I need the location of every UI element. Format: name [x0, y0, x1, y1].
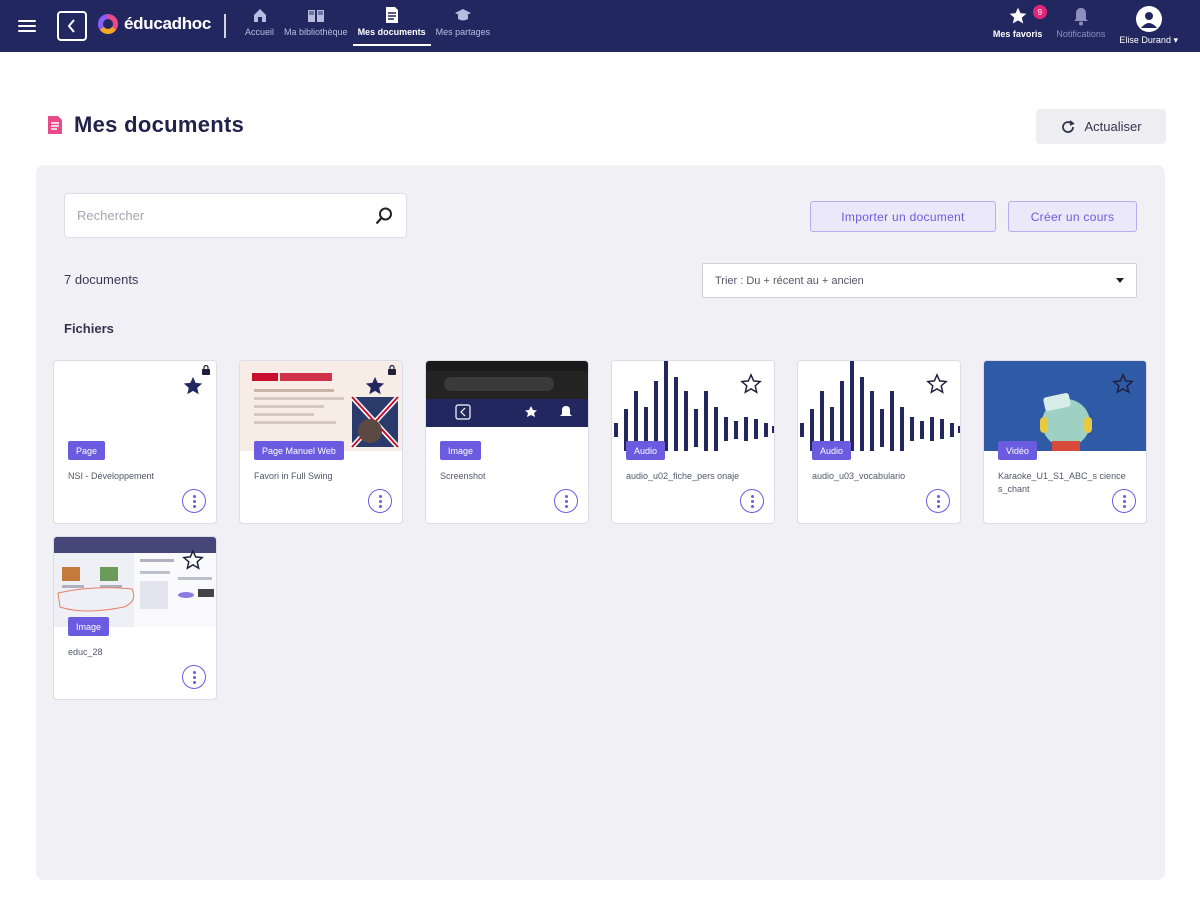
nav-label: Accueil [245, 27, 275, 37]
sort-label: Trier : Du + récent au + ancien [715, 274, 864, 287]
document-card[interactable]: Audio audio_u03_vocabulario [797, 360, 961, 524]
user-menu[interactable]: Elise Durand ▾ [1119, 6, 1178, 46]
card-type-badge: Audio [626, 441, 666, 460]
card-name: Favori in Full Swing [254, 471, 333, 481]
more-options-button[interactable] [740, 489, 764, 513]
library-icon [307, 6, 325, 24]
star-outline-icon[interactable] [926, 373, 948, 395]
card-thumbnail [426, 361, 588, 451]
notifications-label: Notifications [1056, 29, 1106, 39]
document-card[interactable]: Image Screenshot [425, 360, 589, 524]
nav-item-partages[interactable]: Mes partages [431, 6, 496, 46]
card-name: Karaoke_U1_S1_ABC_s ciences_chant [998, 471, 1126, 494]
star-outline-icon[interactable] [182, 549, 204, 571]
avatar [1135, 6, 1162, 32]
sort-select[interactable]: Trier : Du + récent au + ancien [702, 263, 1137, 298]
page-header: Mes documents [46, 112, 244, 138]
star-outline-icon[interactable] [740, 373, 762, 395]
home-icon [251, 6, 269, 24]
create-course-button[interactable]: Créer un cours [1008, 201, 1137, 232]
favorites-badge: 9 [1032, 5, 1047, 19]
card-type-badge: Image [68, 617, 110, 636]
star-filled-icon[interactable] [364, 375, 386, 397]
app-logo[interactable]: éducadhoc [98, 14, 211, 34]
refresh-icon [1062, 119, 1076, 133]
more-options-button[interactable] [926, 489, 950, 513]
card-type-badge: Audio [812, 441, 852, 460]
import-document-button[interactable]: Importer un document [810, 201, 996, 232]
card-name: Screenshot [440, 471, 486, 481]
document-icon [48, 116, 62, 134]
star-filled-icon[interactable] [182, 375, 204, 397]
chevron-left-icon [67, 19, 75, 33]
user-icon [1140, 12, 1157, 28]
card-type-badge: Image [440, 441, 482, 460]
search-icon[interactable] [374, 206, 394, 226]
nav-label: Ma bibliothèque [284, 27, 348, 37]
page-title: Mes documents [74, 112, 245, 137]
bell-icon [1073, 8, 1088, 26]
logo-divider [224, 14, 226, 38]
search-box [64, 193, 407, 238]
refresh-button[interactable]: Actualiser [1036, 109, 1166, 144]
favorites-label: Mes favoris [992, 29, 1043, 39]
card-name: audio_u02_fiche_pers onaje [626, 471, 740, 481]
more-options-button[interactable] [182, 665, 206, 689]
screenshot-thumbnail-icon [426, 361, 588, 427]
card-type-badge: Vidéo [998, 441, 1037, 460]
more-options-button[interactable] [554, 489, 578, 513]
document-card[interactable]: Page Manuel Web Favori in Full Swing [239, 360, 403, 524]
card-type-badge: Page Manuel Web [254, 441, 344, 460]
star-outline-icon[interactable] [1112, 373, 1134, 395]
card-name: educ_28 [68, 647, 103, 657]
card-type-badge: Page [68, 441, 106, 460]
documents-panel: Importer un document Créer un cours 7 do… [36, 165, 1165, 880]
nav-label: Mes documents [357, 27, 426, 37]
graduation-cap-icon [454, 6, 472, 24]
lock-icon [388, 365, 396, 375]
back-button[interactable] [57, 11, 87, 41]
section-label: Fichiers [64, 321, 114, 336]
nav-label: Mes partages [435, 27, 491, 37]
nav-item-accueil[interactable]: Accueil [240, 6, 279, 46]
document-card[interactable]: Audio audio_u02_fiche_pers onaje [611, 360, 775, 524]
logo-mark-icon [98, 14, 118, 34]
menu-icon[interactable] [18, 17, 36, 33]
documents-count: 7 documents [64, 272, 139, 287]
more-options-button[interactable] [182, 489, 206, 513]
nav-item-bibliotheque[interactable]: Ma bibliothèque [279, 6, 353, 46]
refresh-label: Actualiser [1084, 119, 1142, 134]
chevron-down-icon: ▾ [1173, 35, 1178, 45]
document-icon [383, 6, 401, 24]
more-options-button[interactable] [1112, 489, 1136, 513]
user-name-text: Elise Durand [1119, 35, 1171, 45]
notifications-link[interactable]: Notifications [1056, 6, 1105, 46]
user-name: Elise Durand ▾ [1119, 35, 1178, 46]
more-options-button[interactable] [368, 489, 392, 513]
search-input[interactable] [77, 208, 374, 223]
caret-down-icon [1116, 278, 1124, 283]
star-icon [1009, 7, 1026, 24]
document-card[interactable]: Image educ_28 [53, 536, 217, 700]
user-nav: 9 Mes favoris Notifications Elise Durand… [992, 5, 1178, 46]
main-nav: Accueil Ma bibliothèque Mes documents Me… [240, 6, 495, 46]
favorites-link[interactable]: 9 Mes favoris [992, 5, 1047, 46]
logo-text: éducadhoc [124, 14, 212, 33]
document-card[interactable]: Page NSI - Développement [53, 360, 217, 524]
card-name: NSI - Développement [68, 471, 155, 481]
top-bar: éducadhoc Accueil Ma bibliothèque Mes do… [0, 0, 1200, 52]
nav-item-documents[interactable]: Mes documents [352, 6, 431, 46]
card-name: audio_u03_vocabulario [812, 471, 906, 481]
lock-icon [202, 365, 210, 375]
document-card[interactable]: Vidéo Karaoke_U1_S1_ABC_s ciences_chant [983, 360, 1147, 524]
